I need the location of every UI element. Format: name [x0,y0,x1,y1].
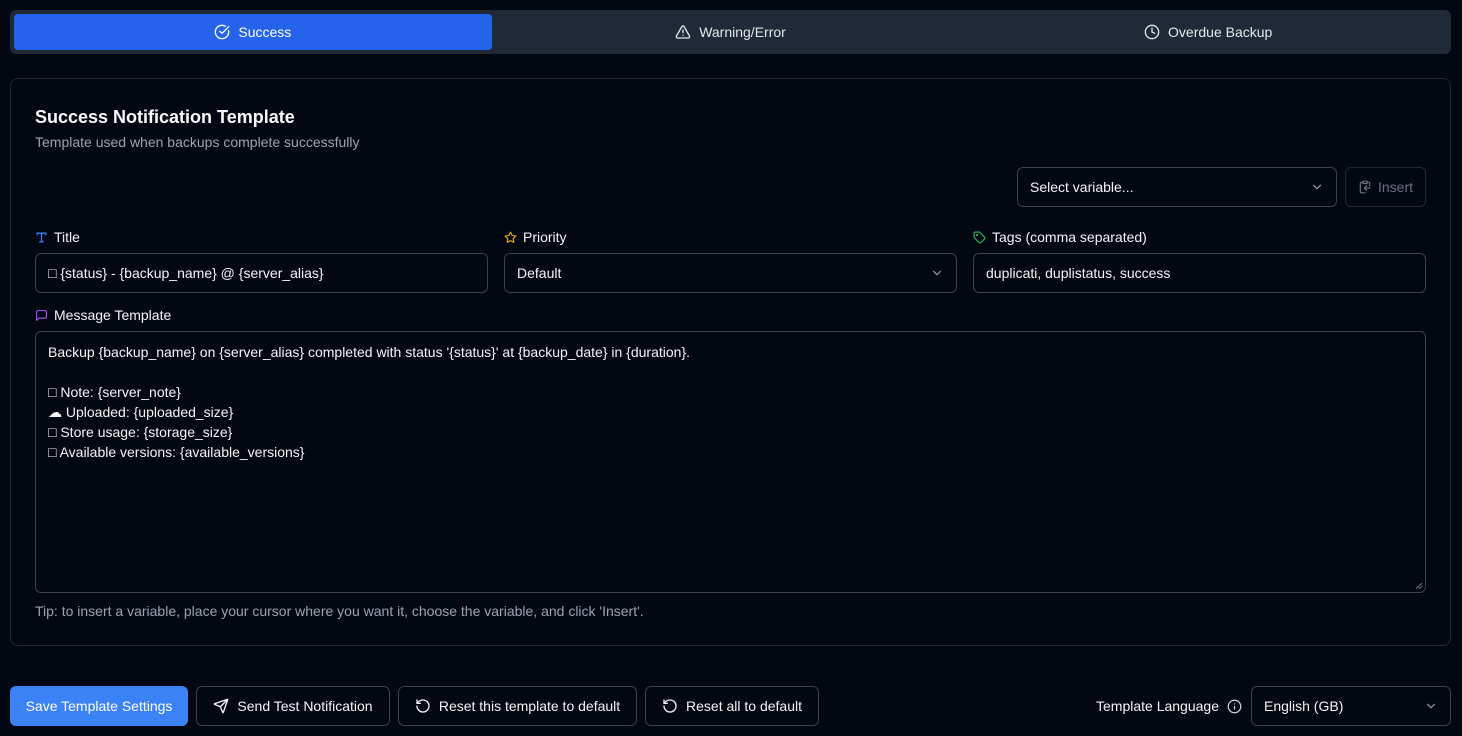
tags-label: Tags (comma separated) [973,229,1147,245]
message-label-text: Message Template [54,307,172,323]
tag-icon [973,231,986,243]
tags-input[interactable]: duplicati, duplistatus, success [973,253,1426,293]
reset-all-button[interactable]: Reset all to default [645,686,819,726]
insert-button[interactable]: Insert [1345,167,1426,207]
tags-input-value: duplicati, duplistatus, success [986,265,1171,281]
message-template-value: Backup {backup_name} on {server_alias} c… [48,344,691,460]
priority-label: Priority [504,229,567,245]
template-card: Success Notification Template Template u… [10,78,1451,646]
warning-triangle-icon [675,25,691,39]
notification-type-tabs: Success Warning/Error Overdue Backup [10,10,1451,54]
save-template-button[interactable]: Save Template Settings [10,686,188,726]
info-icon[interactable] [1227,699,1242,714]
reset-all-label: Reset all to default [686,698,802,714]
tab-label: Overdue Backup [1168,24,1273,40]
variable-select-placeholder: Select variable... [1030,179,1134,195]
tags-label-text: Tags (comma separated) [992,229,1147,245]
title-label-text: Title [54,229,80,245]
check-circle-icon [215,24,230,40]
title-input[interactable]: □ {status} - {backup_name} @ {server_ali… [35,253,488,293]
title-label: Title [35,229,80,245]
template-language-label: Template Language [1096,686,1242,726]
priority-select[interactable]: Default [504,253,957,293]
tip-text: Tip: to insert a variable, place your cu… [35,603,644,619]
save-label: Save Template Settings [25,698,173,714]
message-square-icon [36,309,47,321]
tab-warning-error[interactable]: Warning/Error [492,14,970,50]
rotate-ccw-icon [663,699,677,713]
resize-grip-icon[interactable] [1415,582,1423,590]
tab-label: Warning/Error [699,24,786,40]
tab-overdue-backup[interactable]: Overdue Backup [969,14,1447,50]
rotate-ccw-icon [416,699,430,713]
chevron-down-icon [932,270,942,276]
type-icon [36,232,47,242]
chevron-down-icon [1426,703,1436,709]
send-icon [214,698,229,714]
card-title: Success Notification Template [35,107,295,127]
variable-select[interactable]: Select variable... [1017,167,1337,207]
tab-success[interactable]: Success [14,14,492,50]
priority-label-text: Priority [523,229,567,245]
template-language-select[interactable]: English (GB) [1251,686,1451,726]
clock-icon [1144,24,1160,40]
reset-template-button[interactable]: Reset this template to default [398,686,637,726]
message-template-textarea[interactable]: Backup {backup_name} on {server_alias} c… [35,331,1426,593]
chevron-down-icon [1312,184,1322,190]
template-language-value: English (GB) [1264,698,1344,714]
priority-select-value: Default [517,265,562,281]
message-label: Message Template [35,307,171,323]
clipboard-paste-icon [1359,180,1371,194]
reset-template-label: Reset this template to default [438,698,621,714]
send-test-label: Send Test Notification [237,698,373,714]
insert-label: Insert [1377,179,1413,195]
send-test-button[interactable]: Send Test Notification [196,686,390,726]
template-language-text: Template Language [1096,698,1219,714]
card-subtitle: Template used when backups complete succ… [35,134,360,150]
title-input-value: □ {status} - {backup_name} @ {server_ali… [48,265,324,281]
star-icon [504,231,517,243]
tab-label: Success [238,24,292,40]
